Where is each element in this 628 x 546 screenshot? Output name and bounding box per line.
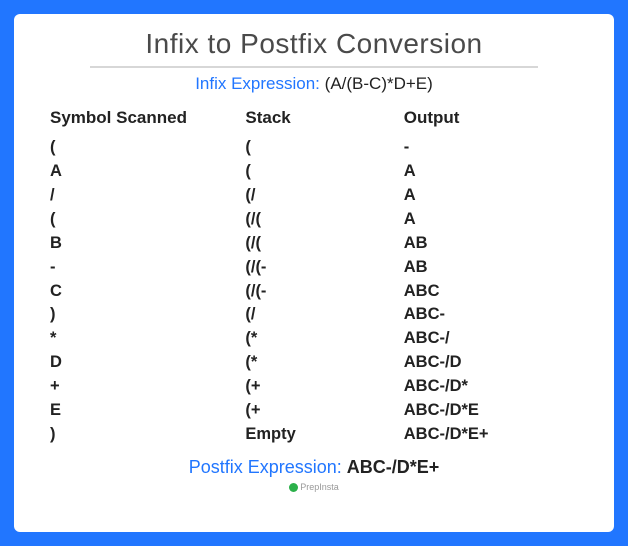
table-row: E(+ABC-/D*E bbox=[50, 399, 578, 423]
cell-stack: (+ bbox=[245, 399, 403, 423]
table-row: C(/(-ABC bbox=[50, 280, 578, 304]
cell-output: ABC-/D* bbox=[404, 375, 578, 399]
cell-output: ABC-/D bbox=[404, 351, 578, 375]
cell-output: AB bbox=[404, 232, 578, 256]
cell-output: A bbox=[404, 184, 578, 208]
infix-expression: (A/(B-C)*D+E) bbox=[325, 74, 433, 93]
table-row: ((/(A bbox=[50, 208, 578, 232]
cell-symbol: E bbox=[50, 399, 245, 423]
cell-stack: (/(- bbox=[245, 280, 403, 304]
cell-output: AB bbox=[404, 256, 578, 280]
cell-stack: (/( bbox=[245, 232, 403, 256]
cell-stack: ( bbox=[245, 160, 403, 184]
brand: PrepInsta bbox=[50, 482, 578, 492]
cell-stack: ( bbox=[245, 136, 403, 160]
cell-output: - bbox=[404, 136, 578, 160]
cell-output: ABC-/ bbox=[404, 327, 578, 351]
cell-symbol: * bbox=[50, 327, 245, 351]
cell-output: ABC-/D*E+ bbox=[404, 423, 578, 447]
conversion-table: Symbol Scanned Stack Output ((-A(A/(/A((… bbox=[50, 108, 578, 447]
col-output: Output bbox=[404, 108, 578, 136]
cell-symbol: + bbox=[50, 375, 245, 399]
cell-stack: (/( bbox=[245, 208, 403, 232]
postfix-label: Postfix Expression: bbox=[189, 457, 342, 477]
cell-symbol: B bbox=[50, 232, 245, 256]
cell-stack: (/ bbox=[245, 303, 403, 327]
cell-symbol: - bbox=[50, 256, 245, 280]
cell-stack: (+ bbox=[245, 375, 403, 399]
brand-logo-icon bbox=[289, 483, 298, 492]
cell-symbol: ( bbox=[50, 136, 245, 160]
cell-symbol: D bbox=[50, 351, 245, 375]
cell-stack: (* bbox=[245, 327, 403, 351]
cell-stack: (/(- bbox=[245, 256, 403, 280]
cell-symbol: ) bbox=[50, 303, 245, 327]
page-title: Infix to Postfix Conversion bbox=[90, 28, 538, 68]
table-row: -(/(-AB bbox=[50, 256, 578, 280]
cell-stack: Empty bbox=[245, 423, 403, 447]
postfix-line: Postfix Expression: ABC-/D*E+ bbox=[50, 457, 578, 478]
table-row: *(*ABC-/ bbox=[50, 327, 578, 351]
cell-output: ABC bbox=[404, 280, 578, 304]
table-row: +(+ABC-/D* bbox=[50, 375, 578, 399]
table-body: ((-A(A/(/A((/(AB(/(AB-(/(-ABC(/(-ABC)(/A… bbox=[50, 136, 578, 447]
table-row: A(A bbox=[50, 160, 578, 184]
cell-output: A bbox=[404, 208, 578, 232]
cell-stack: (/ bbox=[245, 184, 403, 208]
cell-symbol: ) bbox=[50, 423, 245, 447]
col-stack: Stack bbox=[245, 108, 403, 136]
table-row: B(/(AB bbox=[50, 232, 578, 256]
cell-stack: (* bbox=[245, 351, 403, 375]
table-header: Symbol Scanned Stack Output bbox=[50, 108, 578, 136]
cell-symbol: A bbox=[50, 160, 245, 184]
table-row: )EmptyABC-/D*E+ bbox=[50, 423, 578, 447]
postfix-expression: ABC-/D*E+ bbox=[347, 457, 440, 477]
brand-text: PrepInsta bbox=[300, 482, 339, 492]
table-row: ((- bbox=[50, 136, 578, 160]
card: Infix to Postfix Conversion Infix Expres… bbox=[14, 14, 614, 532]
cell-symbol: ( bbox=[50, 208, 245, 232]
cell-symbol: C bbox=[50, 280, 245, 304]
table-row: /(/A bbox=[50, 184, 578, 208]
table-row: D(*ABC-/D bbox=[50, 351, 578, 375]
cell-output: A bbox=[404, 160, 578, 184]
col-symbol: Symbol Scanned bbox=[50, 108, 245, 136]
infix-label: Infix Expression: bbox=[195, 74, 320, 93]
cell-symbol: / bbox=[50, 184, 245, 208]
cell-output: ABC- bbox=[404, 303, 578, 327]
table-row: )(/ABC- bbox=[50, 303, 578, 327]
infix-line: Infix Expression: (A/(B-C)*D+E) bbox=[50, 74, 578, 94]
cell-output: ABC-/D*E bbox=[404, 399, 578, 423]
